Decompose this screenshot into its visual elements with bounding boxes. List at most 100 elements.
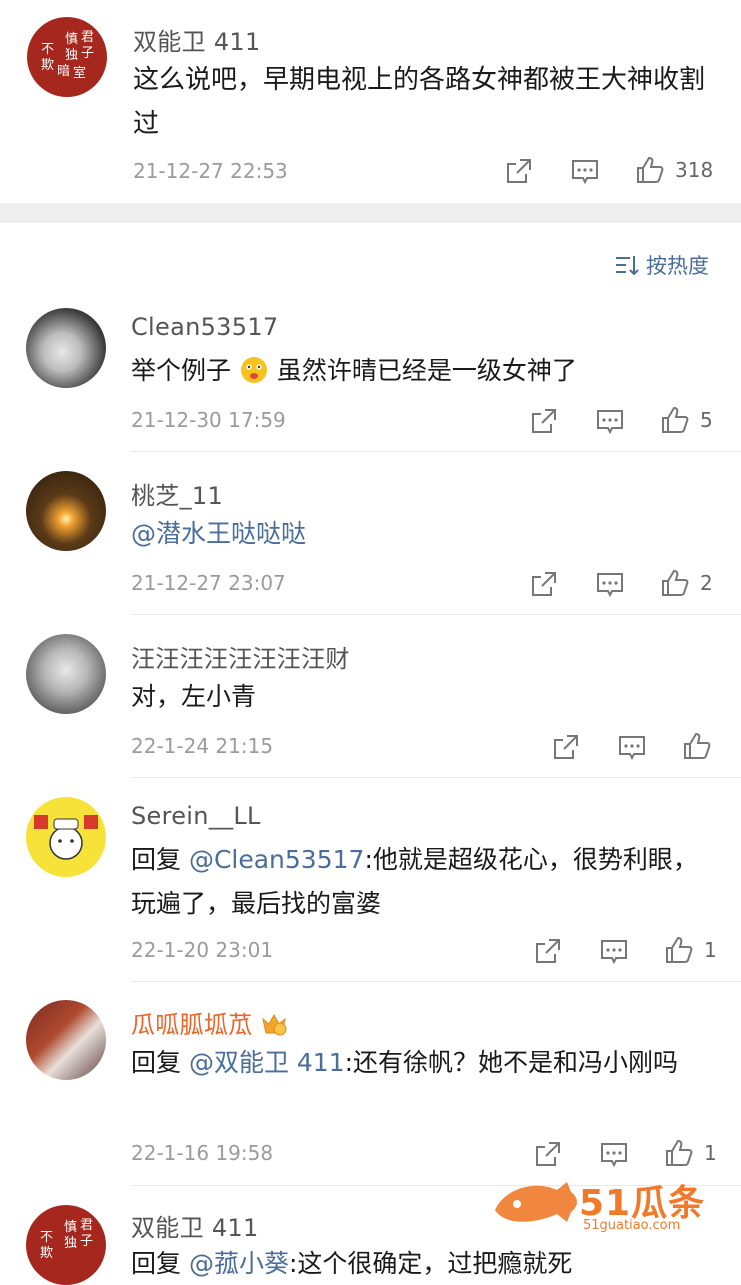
reply-text: :这个很确定，过把瘾就死 xyxy=(288,1249,573,1278)
share-button[interactable] xyxy=(534,937,562,965)
reply-prefix: 回复 xyxy=(131,845,189,874)
sort-icon xyxy=(616,256,639,276)
share-button[interactable] xyxy=(530,570,558,598)
sort-button[interactable]: 按热度 xyxy=(614,250,709,280)
reply-prefix: 回复 xyxy=(131,1249,189,1278)
share-button[interactable] xyxy=(505,157,533,185)
comment-text: 回复 @Clean53517:他就是超级花心，很势利眼，玩遍了，最后找的富婆 xyxy=(131,838,706,926)
mention-link[interactable]: @潜水王哒哒哒 xyxy=(131,512,306,556)
username[interactable]: Serein__LL xyxy=(131,802,261,830)
like-button[interactable]: 5 xyxy=(660,405,713,435)
share-icon xyxy=(554,735,578,759)
avatar[interactable] xyxy=(26,634,106,714)
share-button[interactable] xyxy=(530,407,558,435)
comment-text: 举个例子 虽然许晴已经是一级女神了 xyxy=(131,349,577,393)
like-button[interactable]: 2 xyxy=(660,568,713,598)
comment-button[interactable] xyxy=(570,158,600,186)
comment-icon xyxy=(619,736,645,761)
username[interactable]: 双能卫 411 xyxy=(133,22,261,57)
like-count: 1 xyxy=(704,938,717,962)
divider xyxy=(131,614,741,615)
reply-text: :还有徐帆？她不是和冯小刚吗 xyxy=(344,1048,679,1077)
comment-text: 这么说吧，早期电视上的各路女神都被王大神收割过 xyxy=(133,65,706,139)
like-button[interactable] xyxy=(682,731,712,761)
comment-button[interactable] xyxy=(617,734,647,762)
comment-icon xyxy=(601,940,627,965)
comment-time: 21-12-27 22:53 xyxy=(133,159,288,183)
username[interactable]: 瓜呱胍坬苽 xyxy=(131,1005,288,1040)
like-button[interactable]: 1 xyxy=(664,935,717,965)
svg-text:欺: 欺 xyxy=(40,1246,53,1261)
like-button[interactable]: 1 xyxy=(664,1138,717,1168)
svg-text:慎: 慎 xyxy=(64,1220,77,1235)
username-text: 瓜呱胍坬苽 xyxy=(131,1011,253,1039)
avatar[interactable] xyxy=(26,308,106,388)
avatar[interactable] xyxy=(26,471,106,551)
watermark-url: 51guatiao.com xyxy=(583,1218,681,1233)
like-icon xyxy=(666,1139,693,1166)
username[interactable]: Clean53517 xyxy=(131,313,278,341)
comment-time: 21-12-27 23:07 xyxy=(131,571,286,595)
comment-time: 22-1-16 19:58 xyxy=(131,1141,274,1165)
like-icon xyxy=(637,156,664,183)
svg-text:暗: 暗 xyxy=(57,64,70,79)
share-icon xyxy=(536,939,560,963)
crown-icon xyxy=(262,1013,287,1036)
share-icon xyxy=(532,572,556,596)
like-count: 2 xyxy=(700,571,713,595)
svg-text:不: 不 xyxy=(41,42,54,57)
share-icon xyxy=(536,1142,560,1166)
avatar-seal[interactable]: 君 子 慎 独 不 欺 xyxy=(26,1205,106,1285)
divider xyxy=(131,451,741,452)
username[interactable]: 汪汪汪汪汪汪汪汪财 xyxy=(131,639,350,674)
comment-button[interactable] xyxy=(599,1141,629,1169)
comment-text-b: 虽然许晴已经是一级女神了 xyxy=(276,356,577,385)
like-icon xyxy=(662,569,689,596)
comment-text: 回复 @双能卫 411:还有徐帆？她不是和冯小刚吗 xyxy=(131,1041,706,1085)
like-button[interactable]: 318 xyxy=(635,155,713,185)
share-button[interactable] xyxy=(534,1140,562,1168)
like-icon xyxy=(662,406,689,433)
sort-label: 按热度 xyxy=(646,254,709,278)
section-separator xyxy=(0,203,741,223)
mention-link[interactable]: @Clean53517 xyxy=(189,845,364,874)
svg-text:室: 室 xyxy=(73,65,86,81)
comment-icon xyxy=(572,160,598,185)
svg-text:欺: 欺 xyxy=(41,58,54,73)
avatar-seal[interactable]: 君 子 慎 独 不 欺 暗 室 xyxy=(27,17,107,97)
username[interactable]: 双能卫 411 xyxy=(131,1208,259,1243)
svg-text:子: 子 xyxy=(81,46,94,61)
comment-icon xyxy=(601,1143,627,1168)
mention-link[interactable]: @菰小葵 xyxy=(189,1249,289,1278)
seal-avatar-image: 君 子 慎 独 不 欺 xyxy=(40,1218,93,1261)
comment-button[interactable] xyxy=(595,408,625,436)
divider xyxy=(131,981,741,982)
reply-prefix: 回复 xyxy=(131,1048,189,1077)
comment-text-a: 举个例子 xyxy=(131,356,232,385)
comment-time: 22-1-20 23:01 xyxy=(131,938,274,962)
username[interactable]: 桃芝_11 xyxy=(131,476,223,511)
comment-button[interactable] xyxy=(599,938,629,966)
comment-button[interactable] xyxy=(595,571,625,599)
comment-icon xyxy=(597,410,623,435)
share-button[interactable] xyxy=(552,733,580,761)
seal-avatar-image: 君 子 慎 独 不 欺 暗 室 xyxy=(41,30,94,81)
like-count: 5 xyxy=(700,408,713,432)
svg-text:独: 独 xyxy=(64,1236,77,1251)
svg-text:不: 不 xyxy=(40,1230,53,1245)
avatar[interactable] xyxy=(26,797,106,877)
like-count: 1 xyxy=(704,1141,717,1165)
comment-time: 22-1-24 21:15 xyxy=(131,734,274,758)
mention-link[interactable]: @双能卫 411 xyxy=(189,1048,345,1077)
svg-text:君: 君 xyxy=(80,1218,93,1233)
comment-text: 对，左小青 xyxy=(131,682,257,711)
like-icon xyxy=(684,732,711,759)
divider xyxy=(131,777,741,778)
cartoon-avatar-image xyxy=(34,815,98,860)
svg-text:慎: 慎 xyxy=(65,32,78,47)
svg-text:子: 子 xyxy=(80,1234,93,1249)
share-icon xyxy=(507,159,531,183)
avatar[interactable] xyxy=(26,1000,106,1080)
like-count: 318 xyxy=(675,158,714,182)
comment-icon xyxy=(597,573,623,598)
